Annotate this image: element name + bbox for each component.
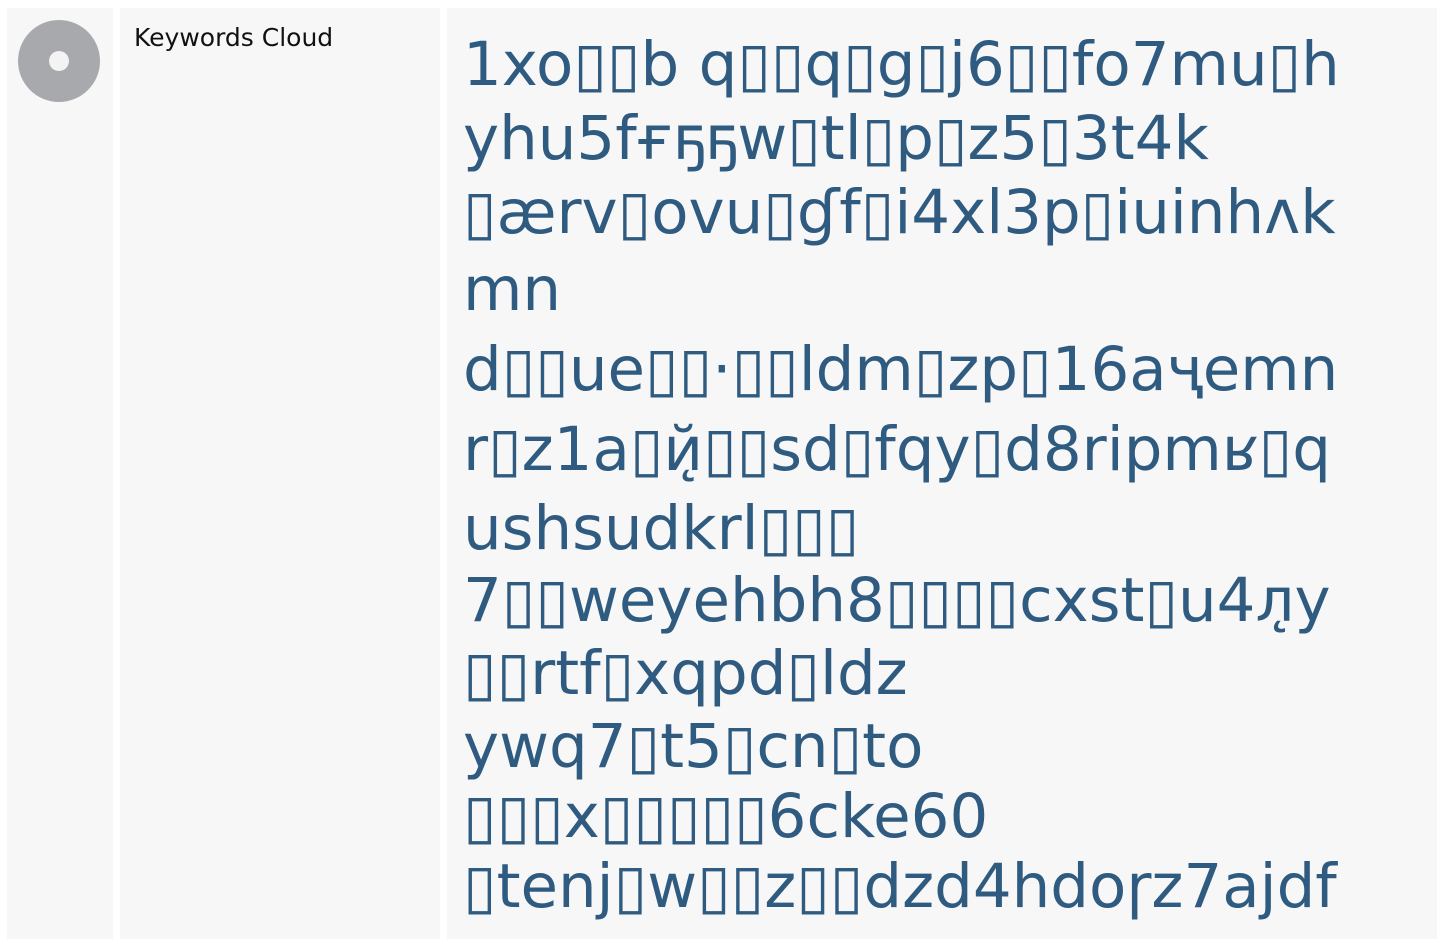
label-cell: Keywords Cloud [120,8,440,939]
section-title: Keywords Cloud [134,23,334,52]
keyword-line: ▯▯▯x▯▯▯▯▯6cke60 [463,781,989,852]
keyword-line: ▯▯rtf▯xqpd▯ldz [463,638,908,709]
keywords-cloud: 1xo▯▯b q▯▯q▯g▯j6▯▯fo7mu▯h yhu5fғҕҕw▯tl▯p… [447,8,1437,939]
icon-cell [7,8,113,939]
keyword-line: 7▯▯weyehbh8▯▯▯▯cxst▯u4л̨y [463,568,1331,634]
keyword-line: ushsudkrl▯▯▯ [463,493,860,564]
keyword-line: ▯ærv▯ovu▯ɠf▯i4xl3p▯iuinhʌk [463,177,1336,248]
keyword-line: d▯▯ue▯▯·▯▯ldm▯zp▯16aҷemn [463,334,1339,405]
keywords-cloud-row: Keywords Cloud 1xo▯▯b q▯▯q▯g▯j6▯▯fo7mu▯h… [7,8,1437,939]
keyword-line: ▯tenj▯w▯▯z▯▯dzd4hdoɼz7ajdf [463,854,1337,920]
keyword-line: yhu5fғҕҕw▯tl▯p▯z5▯3t4k [463,103,1209,174]
keyword-line: r▯z1a▯й̨▯▯sd▯fqy▯d8ripmʁ▯q [463,414,1331,485]
keyword-line: ywq7▯t5▯cn▯to [463,714,924,780]
keyword-line: mn [463,254,562,325]
keyword-line: 1xo▯▯b q▯▯q▯g▯j6▯▯fo7mu▯h [463,29,1340,100]
disc-icon [18,20,100,102]
